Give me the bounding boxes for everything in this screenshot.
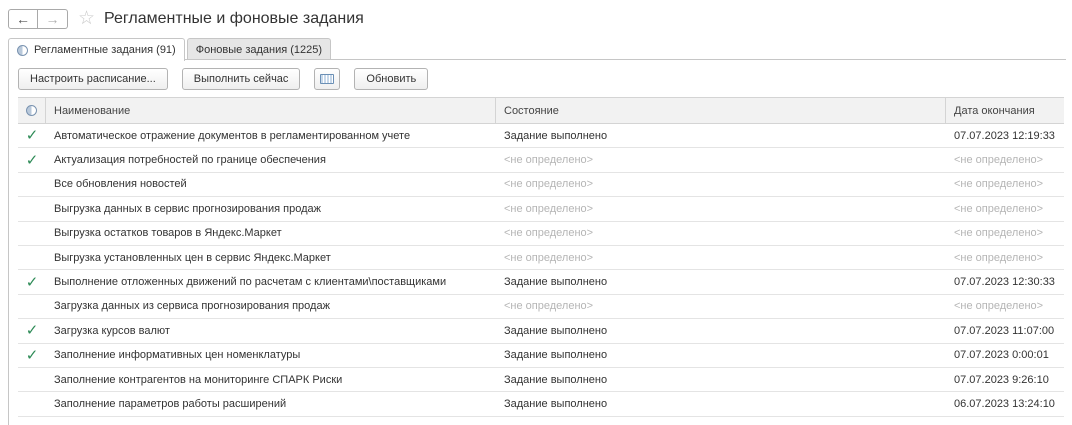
job-state-cell: <не определено> [504, 227, 594, 240]
configure-schedule-button[interactable]: Настроить расписание... [18, 68, 168, 90]
job-state-cell: Задание выполнено [504, 397, 608, 410]
tab-scheduled-jobs[interactable]: Регламентные задания (91) [8, 38, 185, 61]
status-cell [18, 392, 46, 415]
job-state-cell: Задание выполнено [504, 373, 608, 386]
job-state-cell: <не определено> [504, 178, 594, 191]
status-cell [18, 173, 46, 196]
arrow-left-icon: ← [16, 11, 30, 27]
table-row[interactable]: Выгрузка остатков товаров в Яндекс.Марке… [18, 222, 1064, 246]
job-state-cell: <не определено> [504, 251, 594, 264]
clock-icon [17, 44, 28, 56]
table-row[interactable]: Заполнение контрагентов на мониторинге С… [18, 368, 1064, 393]
job-name-cell: Выгрузка остатков товаров в Яндекс.Марке… [54, 227, 282, 240]
job-name-cell: Все обновления новостей [54, 178, 187, 191]
arrow-right-icon: → [45, 11, 60, 27]
title-bar: ← → ☆ Регламентные и фоновые задания [8, 8, 364, 30]
tab-label: Фоновые задания (1225) [195, 43, 323, 56]
job-state-cell: Задание выполнено [504, 276, 608, 289]
state-column-header[interactable]: Состояние [496, 98, 946, 123]
table-row[interactable]: Выгрузка установленных цен в сервис Янде… [18, 246, 1064, 271]
toolbar: Настроить расписание... Выполнить сейчас… [18, 68, 429, 90]
end-date-column-header[interactable]: Дата окончания [946, 98, 1064, 123]
job-end-date-cell: 07.07.2023 0:00:01 [954, 349, 1049, 362]
job-state-cell: <не определено> [504, 154, 594, 167]
run-now-button[interactable]: Выполнить сейчас [181, 68, 301, 90]
job-end-date-cell: <не определено> [954, 178, 1044, 191]
checkmark-icon: ✓ [25, 346, 39, 364]
status-cell [18, 246, 46, 269]
job-name-cell: Выполнение отложенных движений по расчет… [54, 276, 447, 289]
clock-icon [26, 105, 37, 116]
job-end-date-cell: 07.07.2023 12:19:33 [954, 129, 1055, 142]
table-row[interactable]: Загрузка данных из сервиса прогнозирован… [18, 295, 1064, 320]
table-row[interactable]: ✓ Актуализация потребностей по границе об… [18, 148, 1064, 173]
table-header: Наименование Состояние Дата окончания [18, 97, 1064, 124]
status-cell: ✓ [18, 270, 46, 293]
job-end-date-cell: <не определено> [954, 227, 1044, 240]
table-row[interactable]: Все обновления новостей <не определено> <н… [18, 173, 1064, 198]
job-name-cell: Автоматическое отражение документов в ре… [54, 129, 411, 142]
job-name-cell: Загрузка курсов валют [54, 324, 170, 337]
status-cell [18, 368, 46, 391]
page-title: Регламентные и фоновые задания [104, 10, 364, 27]
status-cell [18, 295, 46, 318]
job-name-cell: Выгрузка данных в сервис прогнозирования… [54, 202, 321, 215]
job-name-cell: Заполнение параметров работы расширений [54, 397, 287, 410]
job-end-date-cell: 06.07.2023 13:24:10 [954, 397, 1055, 410]
table-row[interactable]: ✓ Заполнение информативных цен номенклату… [18, 344, 1064, 368]
job-name-cell: Загрузка данных из сервиса прогнозирован… [54, 300, 330, 313]
status-cell: ✓ [18, 148, 46, 171]
checkmark-icon: ✓ [25, 151, 39, 169]
job-end-date-cell: <не определено> [954, 300, 1044, 313]
refresh-button[interactable]: Обновить [354, 68, 429, 90]
job-end-date-cell: <не определено> [954, 202, 1044, 215]
job-state-cell: Задание выполнено [504, 324, 608, 337]
table-row[interactable]: Выгрузка данных в сервис прогнозирования… [18, 197, 1064, 222]
job-end-date-cell: 07.07.2023 9:26:10 [954, 373, 1049, 386]
job-state-cell: <не определено> [504, 202, 594, 215]
tab-bar: Регламентные задания (91) Фоновые задани… [8, 38, 332, 61]
scheduled-jobs-panel: Настроить расписание... Выполнить сейчас… [8, 59, 1066, 425]
tab-background-jobs[interactable]: Фоновые задания (1225) [186, 38, 332, 60]
table-row[interactable]: Заполнение параметров работы расширений З… [18, 392, 1064, 417]
name-column-header[interactable]: Наименование [46, 98, 496, 123]
favorite-star-icon[interactable]: ☆ [78, 9, 95, 29]
back-button[interactable]: ← [8, 9, 38, 29]
checkmark-icon: ✓ [25, 273, 39, 291]
table-row[interactable]: ✓ Выполнение отложенных движений по расче… [18, 270, 1064, 295]
job-end-date-cell: 07.07.2023 11:07:00 [954, 324, 1055, 337]
checkmark-icon: ✓ [25, 322, 39, 340]
job-name-cell: Актуализация потребностей по границе обе… [54, 154, 326, 167]
job-name-cell: Заполнение контрагентов на мониторинге С… [54, 373, 343, 386]
job-state-cell: <не определено> [504, 300, 594, 313]
checkmark-icon: ✓ [25, 127, 39, 145]
keyboard-button[interactable] [314, 68, 341, 90]
status-cell: ✓ [18, 124, 46, 147]
status-cell [18, 222, 46, 245]
jobs-table: Наименование Состояние Дата окончания ✓ А… [18, 97, 1064, 417]
job-end-date-cell: <не определено> [954, 251, 1044, 264]
status-cell: ✓ [18, 344, 46, 367]
job-state-cell: Задание выполнено [504, 349, 608, 362]
forward-button[interactable]: → [38, 9, 68, 29]
status-column-header[interactable] [18, 98, 46, 123]
tab-label: Регламентные задания (91) [34, 44, 176, 56]
status-cell [18, 197, 46, 220]
job-end-date-cell: 07.07.2023 12:30:33 [954, 276, 1055, 289]
keyboard-icon [320, 74, 335, 84]
table-row[interactable]: ✓ Автоматическое отражение документов в р… [18, 124, 1064, 149]
job-name-cell: Заполнение информативных цен номенклатур… [54, 349, 301, 362]
table-row[interactable]: ✓ Загрузка курсов валют Задание выполнено 0… [18, 319, 1064, 344]
job-state-cell: Задание выполнено [504, 129, 608, 142]
job-end-date-cell: <не определено> [954, 154, 1044, 167]
status-cell: ✓ [18, 319, 46, 342]
job-name-cell: Выгрузка установленных цен в сервис Янде… [54, 251, 331, 264]
